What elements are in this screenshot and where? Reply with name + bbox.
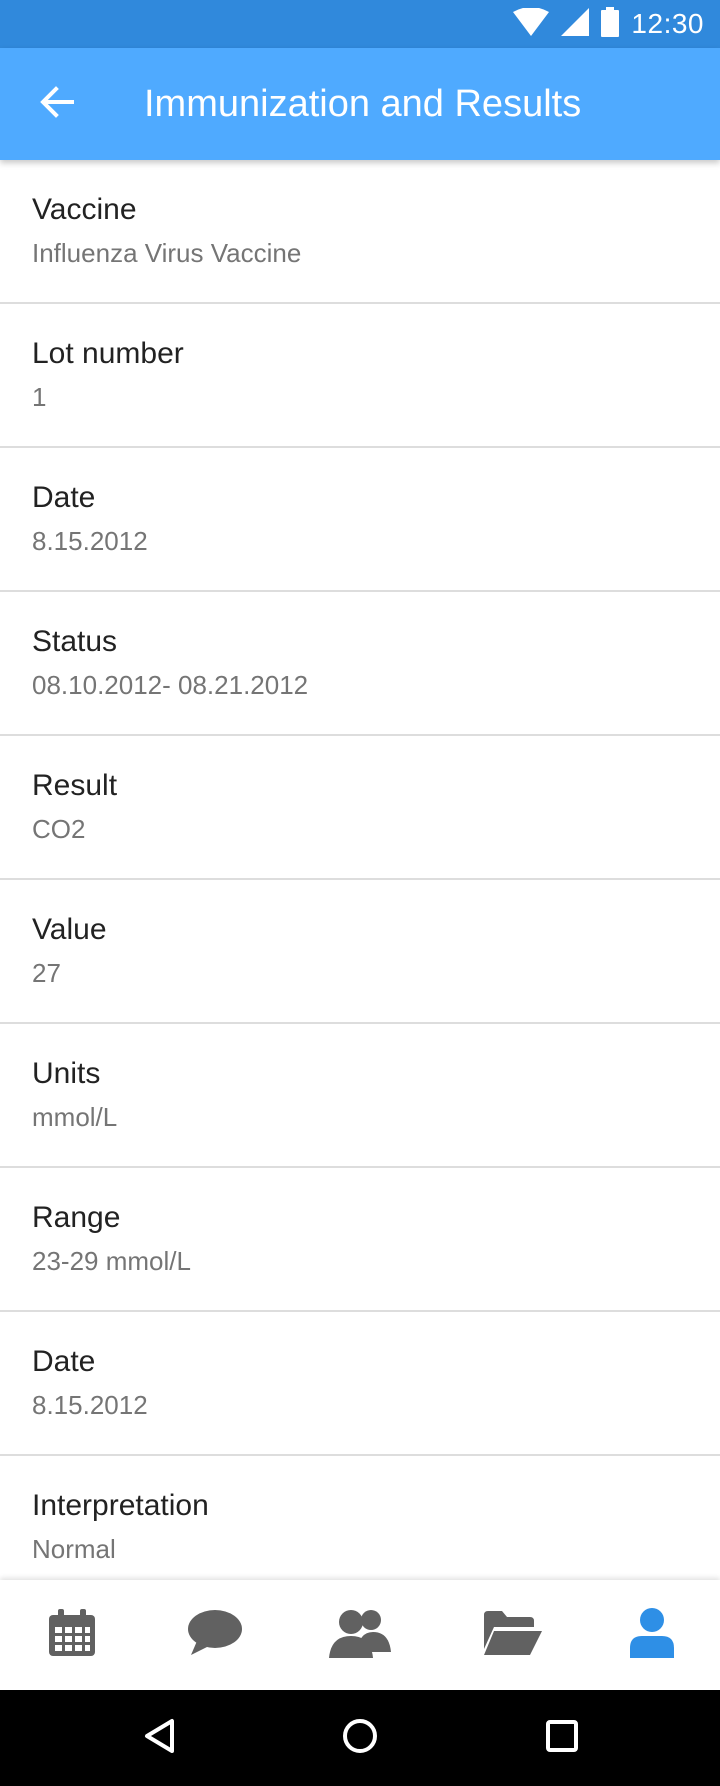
nav-messages[interactable]	[165, 1580, 265, 1690]
field-status: Status 08.10.2012- 08.21.2012	[0, 592, 720, 736]
field-value: 23-29 mmol/L	[32, 1246, 191, 1276]
field-interpretation: Interpretation Normal	[0, 1456, 720, 1580]
profile-icon	[630, 1607, 674, 1663]
wifi-icon	[513, 6, 550, 41]
field-value: 27	[32, 958, 61, 988]
status-time: 12:30	[631, 8, 704, 39]
arrow-back-icon	[38, 84, 74, 125]
field-date: Date 8.15.2012	[0, 448, 720, 592]
field-value: CO2	[32, 814, 86, 844]
field-value: 08.10.2012- 08.21.2012	[32, 670, 309, 700]
battery-icon	[601, 6, 620, 42]
cellular-signal-icon	[561, 7, 590, 41]
field-label: Range	[32, 1201, 121, 1234]
field-value-row: Value 27	[0, 880, 720, 1024]
field-label: Units	[32, 1057, 101, 1090]
contacts-icon	[329, 1608, 391, 1663]
home-circle-icon	[342, 1718, 378, 1759]
field-label: Interpretation	[32, 1489, 209, 1522]
nav-profile[interactable]	[602, 1580, 702, 1690]
chat-icon	[187, 1609, 243, 1662]
field-label: Value	[32, 913, 107, 946]
field-label: Lot number	[32, 337, 184, 370]
system-home-button[interactable]	[330, 1708, 390, 1768]
field-lot-number: Lot number 1	[0, 304, 720, 448]
field-label: Date	[32, 481, 96, 514]
field-label: Result	[32, 769, 118, 802]
detail-list: Vaccine Influenza Virus Vaccine Lot numb…	[0, 160, 720, 1580]
system-back-button[interactable]	[130, 1708, 190, 1768]
folder-icon	[482, 1609, 542, 1662]
bottom-navigation	[0, 1580, 720, 1690]
nav-calendar[interactable]	[22, 1580, 122, 1690]
field-result: Result CO2	[0, 736, 720, 880]
field-value: 8.15.2012	[32, 1390, 148, 1420]
recents-square-icon	[544, 1718, 580, 1759]
status-bar: 12:30	[0, 0, 720, 48]
field-vaccine: Vaccine Influenza Virus Vaccine	[0, 160, 720, 304]
field-label: Status	[32, 625, 118, 658]
field-value: 1	[32, 382, 47, 412]
page-title: Immunization and Results	[144, 83, 582, 125]
back-triangle-icon	[142, 1718, 178, 1759]
field-value: 8.15.2012	[32, 526, 148, 556]
nav-folders[interactable]	[462, 1580, 562, 1690]
nav-contacts[interactable]	[310, 1580, 410, 1690]
field-value: mmol/L	[32, 1102, 118, 1132]
field-label: Vaccine	[32, 193, 137, 226]
field-range: Range 23-29 mmol/L	[0, 1168, 720, 1312]
system-navigation-bar	[0, 1690, 720, 1786]
field-label: Date	[32, 1345, 96, 1378]
calendar-icon	[47, 1608, 97, 1663]
app-bar: Immunization and Results	[0, 48, 720, 160]
back-button[interactable]	[24, 74, 88, 134]
field-result-date: Date 8.15.2012	[0, 1312, 720, 1456]
field-units: Units mmol/L	[0, 1024, 720, 1168]
system-recents-button[interactable]	[532, 1708, 592, 1768]
field-value: Influenza Virus Vaccine	[32, 238, 302, 268]
field-value: Normal	[32, 1534, 116, 1564]
